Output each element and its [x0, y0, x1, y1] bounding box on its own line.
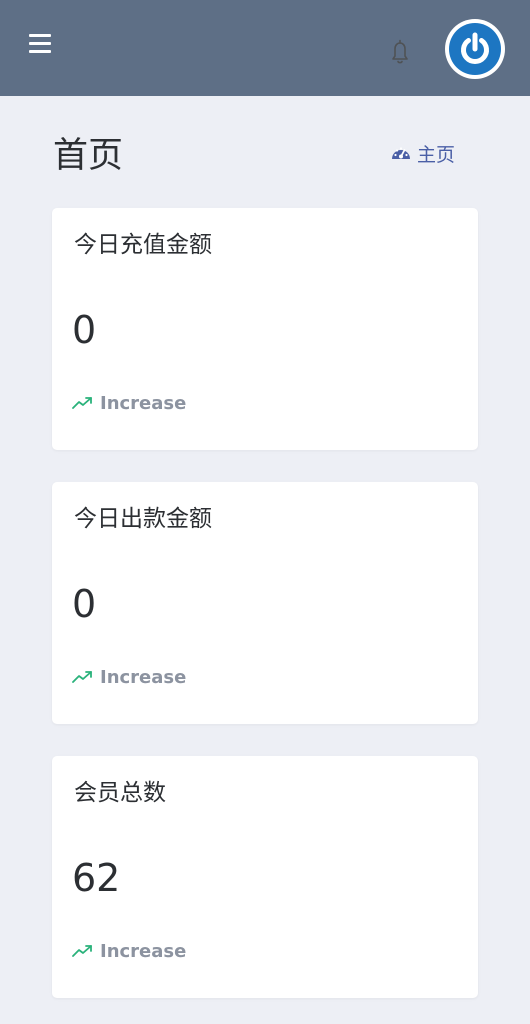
stat-trend-label: Increase	[100, 940, 187, 962]
top-navbar	[0, 0, 530, 96]
trending-up-icon	[72, 397, 92, 409]
notifications-button[interactable]	[383, 35, 417, 69]
dashboard-gauge-icon	[392, 147, 410, 159]
breadcrumb-label: 主页	[417, 143, 456, 166]
menu-toggle-button[interactable]	[29, 34, 53, 56]
hamburger-menu-icon-bar	[29, 50, 51, 53]
trending-up-icon	[72, 671, 92, 683]
user-avatar-button[interactable]	[445, 19, 505, 79]
stat-card-title: 今日出款金额	[74, 506, 212, 532]
hamburger-menu-icon	[29, 34, 51, 37]
stat-trend: Increase	[72, 664, 186, 690]
bell-icon	[392, 39, 408, 64]
avatar	[449, 23, 501, 75]
breadcrumb-home-link[interactable]: 主页	[391, 140, 455, 166]
trending-up-icon	[72, 945, 92, 957]
power-icon	[461, 32, 489, 64]
stat-card-title: 会员总数	[74, 780, 166, 806]
page-title: 首页	[53, 136, 124, 176]
stat-trend: Increase	[72, 938, 186, 964]
stat-card-title: 今日充值金额	[74, 232, 212, 258]
stat-card-value: 0	[72, 308, 97, 352]
stat-trend-label: Increase	[100, 666, 187, 688]
stat-card-recharge: 今日充值金额 0 Increase	[52, 208, 478, 450]
stat-card-value: 62	[72, 856, 121, 900]
hamburger-menu-icon-bar	[29, 42, 51, 45]
stat-card-members: 会员总数 62 Increase	[52, 756, 478, 998]
stat-card-value: 0	[72, 582, 97, 626]
stat-trend: Increase	[72, 390, 186, 416]
stat-card-withdrawal: 今日出款金额 0 Increase	[52, 482, 478, 724]
stat-trend-label: Increase	[100, 392, 187, 414]
